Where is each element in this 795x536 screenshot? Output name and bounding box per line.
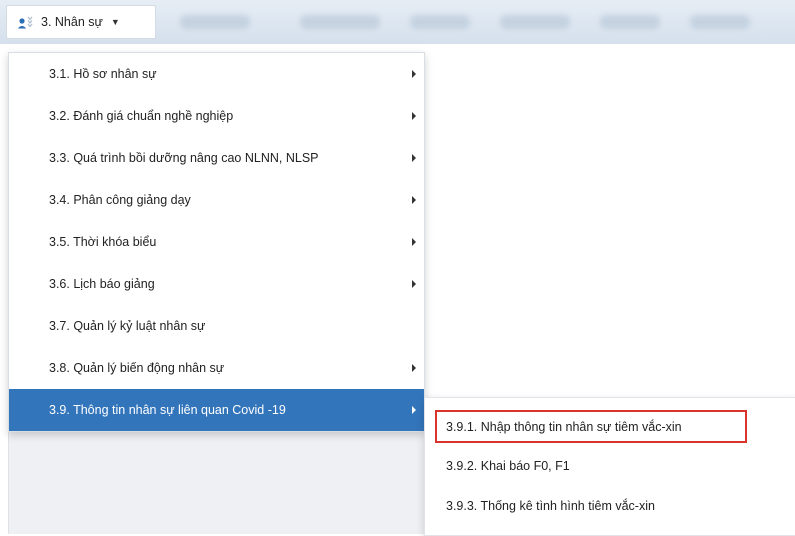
menu-item-label: 3.2. Đánh giá chuẩn nghề nghiệp xyxy=(49,109,234,123)
blurred-nav-item[interactable] xyxy=(600,15,660,29)
nav-menu-nhan-su[interactable]: 3. Nhân sự ▼ xyxy=(6,5,156,39)
blurred-nav-item[interactable] xyxy=(300,15,380,29)
menu-item-label: 3.3. Quá trình bồi dưỡng nâng cao NLNN, … xyxy=(49,151,319,165)
menu-item-label: 3.5. Thời khóa biểu xyxy=(49,235,157,249)
blurred-nav-item[interactable] xyxy=(410,15,470,29)
chevron-right-icon xyxy=(412,364,416,372)
submenu-item-label: 3.9.1. Nhập thông tin nhân sự tiêm vắc-x… xyxy=(446,419,682,434)
top-navigation-bar: 3. Nhân sự ▼ xyxy=(0,0,795,44)
menu-item-3-6[interactable]: 3.6. Lịch báo giảng xyxy=(9,263,424,305)
submenu-item-3-9-1[interactable]: 3.9.1. Nhập thông tin nhân sự tiêm vắc-x… xyxy=(435,410,747,443)
background-panel xyxy=(8,430,424,534)
menu-item-3-9[interactable]: 3.9. Thông tin nhân sự liên quan Covid -… xyxy=(9,389,424,431)
menu-item-3-5[interactable]: 3.5. Thời khóa biểu xyxy=(9,221,424,263)
menu-item-label: 3.9. Thông tin nhân sự liên quan Covid -… xyxy=(49,403,286,417)
menu-item-label: 3.8. Quản lý biến động nhân sự xyxy=(49,361,225,375)
users-icon xyxy=(17,15,37,29)
blurred-nav-item[interactable] xyxy=(690,15,750,29)
caret-down-icon: ▼ xyxy=(110,17,120,27)
submenu-item-label: 3.9.3. Thống kê tình hình tiêm vắc-xin xyxy=(446,498,655,513)
nav-menu-label: 3. Nhân sự xyxy=(41,15,103,29)
menu-item-3-1[interactable]: 3.1. Hồ sơ nhân sự xyxy=(9,53,424,95)
blurred-nav-item[interactable] xyxy=(500,15,570,29)
chevron-right-icon xyxy=(412,196,416,204)
submenu-item-label: 3.9.2. Khai báo F0, F1 xyxy=(446,458,570,473)
menu-item-3-7[interactable]: 3.7. Quản lý kỷ luật nhân sự xyxy=(9,305,424,347)
menu-item-3-2[interactable]: 3.2. Đánh giá chuẩn nghề nghiệp xyxy=(9,95,424,137)
blurred-nav-item[interactable] xyxy=(180,15,250,29)
submenu-item-3-9-2[interactable]: 3.9.2. Khai báo F0, F1 xyxy=(435,449,747,482)
chevron-right-icon xyxy=(412,70,416,78)
menu-item-3-3[interactable]: 3.3. Quá trình bồi dưỡng nâng cao NLNN, … xyxy=(9,137,424,179)
chevron-right-icon xyxy=(412,406,416,414)
nhan-su-dropdown-menu: 3.1. Hồ sơ nhân sự 3.2. Đánh giá chuẩn n… xyxy=(8,52,425,432)
menu-item-label: 3.1. Hồ sơ nhân sự xyxy=(49,67,157,81)
submenu-item-3-9-3[interactable]: 3.9.3. Thống kê tình hình tiêm vắc-xin xyxy=(435,489,747,522)
covid-submenu: 3.9.1. Nhập thông tin nhân sự tiêm vắc-x… xyxy=(424,397,795,536)
menu-item-label: 3.6. Lịch báo giảng xyxy=(49,277,155,291)
chevron-right-icon xyxy=(412,154,416,162)
menu-item-3-8[interactable]: 3.8. Quản lý biến động nhân sự xyxy=(9,347,424,389)
menu-item-label: 3.7. Quản lý kỷ luật nhân sự xyxy=(49,319,206,333)
chevron-right-icon xyxy=(412,280,416,288)
menu-item-3-4[interactable]: 3.4. Phân công giảng dạy xyxy=(9,179,424,221)
chevron-right-icon xyxy=(412,238,416,246)
chevron-right-icon xyxy=(412,112,416,120)
menu-item-label: 3.4. Phân công giảng dạy xyxy=(49,193,191,207)
